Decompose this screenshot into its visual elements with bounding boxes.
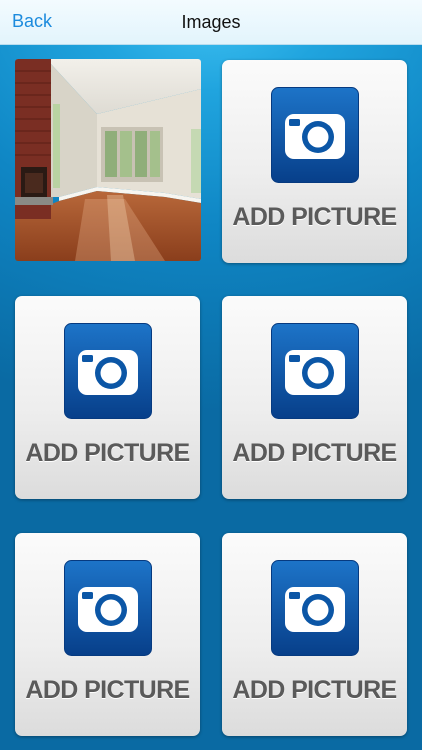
back-button[interactable]: Back [12,11,52,32]
add-picture-label: ADD PICTURE [232,676,397,704]
image-tile-room-photo[interactable] [15,59,201,261]
camera-icon [271,323,359,419]
page-title: Images [181,12,241,32]
navigation-bar: Back Images [0,0,422,45]
camera-icon [271,560,359,656]
add-picture-button[interactable]: ADD PICTURE [222,296,407,499]
add-picture-label: ADD PICTURE [232,203,397,231]
add-picture-button[interactable]: ADD PICTURE [222,533,407,736]
add-picture-label: ADD PICTURE [25,676,190,704]
camera-icon [64,560,152,656]
add-picture-button[interactable]: ADD PICTURE [222,60,407,263]
add-picture-button[interactable]: ADD PICTURE [15,296,200,499]
add-picture-label: ADD PICTURE [25,439,190,467]
add-picture-button[interactable]: ADD PICTURE [15,533,200,736]
room-photo [15,59,201,261]
camera-icon [271,87,359,183]
add-picture-label: ADD PICTURE [232,439,397,467]
camera-icon [64,323,152,419]
